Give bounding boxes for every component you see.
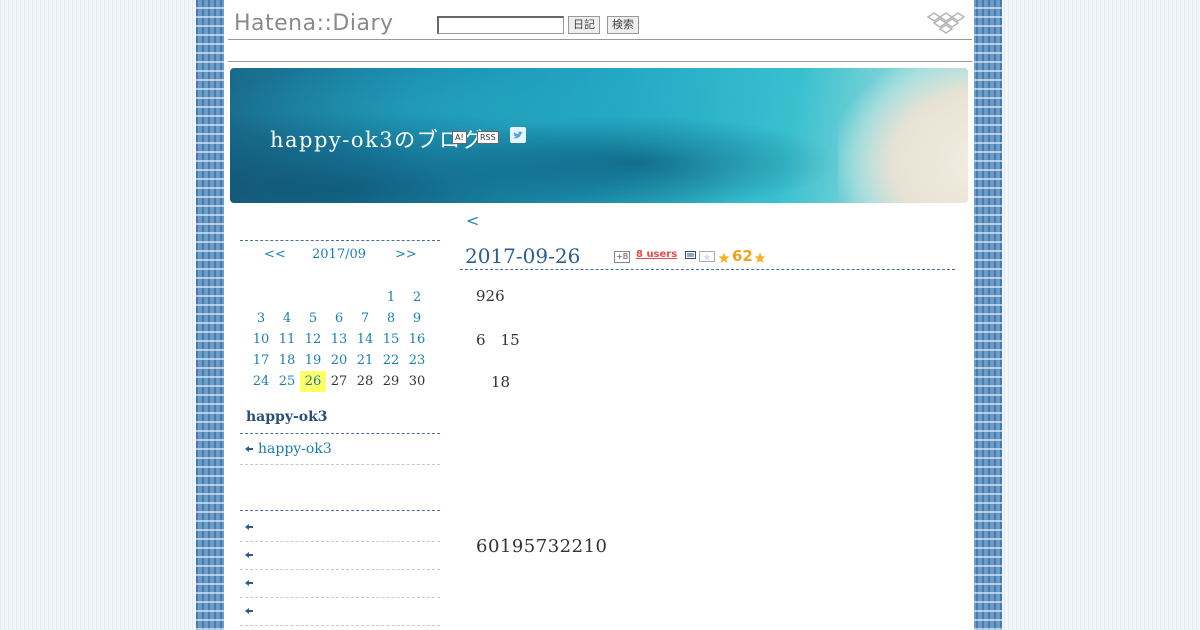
- header-divider: [228, 61, 972, 62]
- rss-icon[interactable]: RSS: [477, 131, 499, 144]
- calendar-prev-link[interactable]: <<: [264, 247, 286, 262]
- calendar-day-link[interactable]: 24: [248, 371, 274, 392]
- calendar-week-row: 24 25 26 27 28 29 30: [248, 371, 430, 392]
- sidebar-divider: [240, 433, 440, 434]
- prev-entry-link[interactable]: <: [466, 211, 479, 230]
- calendar-day-link[interactable]: 11: [274, 329, 300, 350]
- entry-number-text: 60195732210: [476, 536, 608, 557]
- calendar-empty-cell: [300, 287, 326, 308]
- entry-date[interactable]: 2017-09-26: [465, 244, 580, 268]
- calendar-empty-cell: [352, 287, 378, 308]
- calendar-day-link[interactable]: 8: [378, 308, 404, 329]
- sidebar-divider: [240, 541, 440, 542]
- calendar-day-link[interactable]: 22: [378, 350, 404, 371]
- sidebar-profile-link[interactable]: happy-ok3: [244, 441, 332, 457]
- star-icon[interactable]: [718, 252, 730, 264]
- header-divider: [228, 39, 972, 40]
- sidebar-divider: [240, 597, 440, 598]
- calendar-day-link[interactable]: 6: [326, 308, 352, 329]
- calendar-day-link[interactable]: 20: [326, 350, 352, 371]
- calendar-day-link[interactable]: 4: [274, 308, 300, 329]
- calendar-day-link[interactable]: 2: [404, 287, 430, 308]
- calendar-day-today[interactable]: 26: [300, 371, 326, 392]
- sidebar-recent-item[interactable]: [244, 519, 258, 535]
- sidebar-recent-item[interactable]: [244, 575, 258, 591]
- sidebar-recent-item[interactable]: [244, 547, 258, 563]
- hatena-diary-logo[interactable]: Hatena::Diary: [234, 11, 394, 36]
- calendar-day-link[interactable]: 17: [248, 350, 274, 371]
- sidebar-divider: [240, 510, 440, 511]
- page-border: Hatena::Diary 日記 検索 happy-ok3のブログ A! RSS: [196, 0, 1002, 630]
- calendar-week-row: 17 18 19 20 21 22 23: [248, 350, 430, 371]
- star-count[interactable]: 62: [732, 247, 753, 265]
- twitter-icon[interactable]: [510, 127, 526, 143]
- calendar-day-link[interactable]: 19: [300, 350, 326, 371]
- sidebar-profile-label: happy-ok3: [258, 441, 332, 457]
- bookmark-users-count[interactable]: 8 users: [636, 249, 677, 260]
- calendar-day-link[interactable]: 21: [352, 350, 378, 371]
- add-star-icon[interactable]: [699, 251, 715, 262]
- calendar-day-link[interactable]: 18: [274, 350, 300, 371]
- calendar-day: 29: [382, 374, 400, 389]
- sidebar-heading: happy-ok3: [246, 409, 328, 425]
- banner-beach: [838, 68, 968, 203]
- calendar-day: 30: [408, 374, 426, 389]
- bullet-arrow-icon: [245, 580, 253, 586]
- calendar-week-row: 10 11 12 13 14 15 16: [248, 329, 430, 350]
- calendar-week-row: 3456789: [248, 308, 430, 329]
- antenna-icon[interactable]: A!: [452, 131, 467, 144]
- calendar-week-row: 12: [248, 287, 430, 308]
- diary-button[interactable]: 日記: [568, 16, 600, 34]
- bullet-arrow-icon: [245, 552, 253, 558]
- entry-text-line: 18: [476, 373, 511, 391]
- bullet-arrow-icon: [245, 608, 253, 614]
- bullet-arrow-icon: [245, 446, 253, 452]
- calendar-empty-cell: [326, 287, 352, 308]
- calendar-day-link[interactable]: 9: [404, 308, 430, 329]
- calendar-day-link[interactable]: 3: [248, 308, 274, 329]
- hatena-bookmark-icon[interactable]: +B: [614, 251, 631, 263]
- calendar-grid: 1 2 3 4 5 6 7 8 9 10 11 12 13 14 15 16 17 18 19 20 21 22 23 24 2…: [248, 287, 430, 392]
- calendar-day-link[interactable]: 13: [326, 329, 352, 350]
- hatena-mark-icon[interactable]: [924, 10, 968, 36]
- star-icon[interactable]: [754, 252, 766, 264]
- entry-text-line: 6 15: [476, 331, 520, 349]
- calendar-day-link[interactable]: 25: [274, 371, 300, 392]
- calendar-month[interactable]: 2017/09: [312, 247, 366, 262]
- bullet-arrow-icon: [245, 524, 253, 530]
- calendar-empty-cell: [274, 287, 300, 308]
- search-button[interactable]: 検索: [607, 16, 639, 34]
- sidebar-divider: [240, 464, 440, 465]
- calendar-divider: [240, 240, 440, 241]
- calendar-day-link[interactable]: 23: [404, 350, 430, 371]
- calendar-day-link[interactable]: 7: [352, 308, 378, 329]
- sidebar-divider: [240, 625, 440, 626]
- calendar-day: 28: [356, 374, 374, 389]
- sidebar-divider: [240, 569, 440, 570]
- entry-date-divider: [460, 269, 955, 270]
- search-input[interactable]: [437, 16, 564, 34]
- calendar-empty-cell: [248, 287, 274, 308]
- page-content: Hatena::Diary 日記 検索 happy-ok3のブログ A! RSS: [224, 0, 974, 630]
- blog-banner: happy-ok3のブログ A! RSS: [230, 68, 968, 203]
- calendar-day-link[interactable]: 10: [248, 329, 274, 350]
- calendar-day-link[interactable]: 12: [300, 329, 326, 350]
- comment-icon[interactable]: [685, 251, 696, 261]
- sidebar-recent-item[interactable]: [244, 603, 258, 619]
- calendar-day-link[interactable]: 14: [352, 329, 378, 350]
- calendar-day-link[interactable]: 1: [378, 287, 404, 308]
- calendar-day-link[interactable]: 16: [404, 329, 430, 350]
- entry-text-line: 926: [476, 287, 505, 305]
- calendar-next-link[interactable]: >>: [395, 247, 417, 262]
- calendar-day-link[interactable]: 15: [378, 329, 404, 350]
- calendar-day: 27: [330, 374, 348, 389]
- calendar-day-link[interactable]: 5: [300, 308, 326, 329]
